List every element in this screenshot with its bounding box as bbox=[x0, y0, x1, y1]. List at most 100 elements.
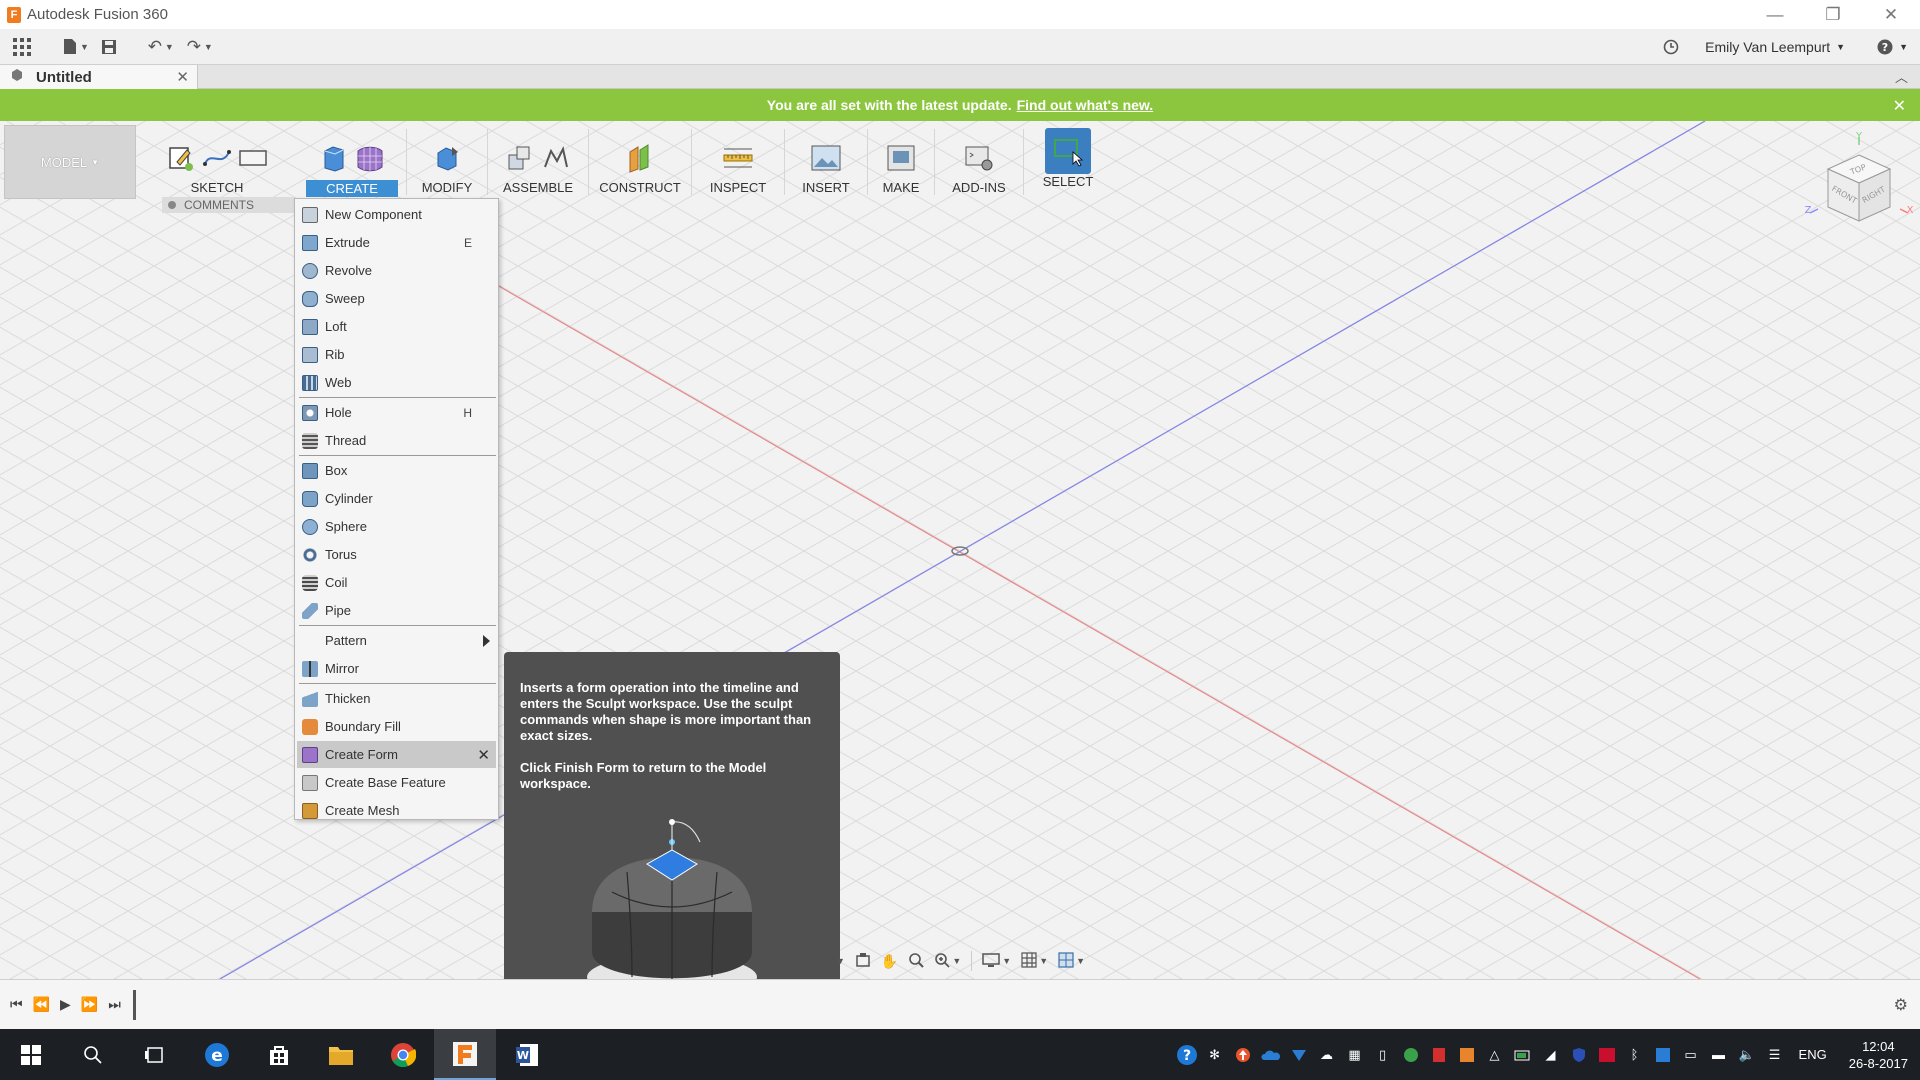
create-form-icon[interactable] bbox=[354, 142, 386, 174]
collapse-tabs-chevron-icon[interactable]: ︿ bbox=[1895, 67, 1908, 86]
restore-button[interactable]: ❐ bbox=[1804, 0, 1862, 29]
windows-start-icon[interactable] bbox=[0, 1029, 62, 1080]
task-view-icon[interactable] bbox=[124, 1029, 186, 1080]
menu-item-coil[interactable]: Coil bbox=[297, 569, 496, 596]
rectangle-icon[interactable] bbox=[237, 142, 269, 174]
fusion-360-taskbar-icon[interactable] bbox=[434, 1029, 496, 1080]
menu-item-create-base-feature[interactable]: Create Base Feature bbox=[297, 769, 496, 796]
undo-dropdown-caret-icon[interactable]: ▼ bbox=[165, 42, 174, 52]
close-window-button[interactable]: ✕ bbox=[1862, 0, 1920, 29]
viewports-icon[interactable] bbox=[1058, 951, 1074, 971]
display-settings-icon[interactable] bbox=[982, 952, 1001, 971]
toolbar-group-insert[interactable]: INSERT bbox=[785, 125, 867, 199]
tray-warning-icon[interactable]: △ bbox=[1483, 1045, 1507, 1065]
help-tray-icon[interactable]: ? bbox=[1175, 1044, 1199, 1065]
tray-display-icon[interactable]: ▭ bbox=[1679, 1045, 1703, 1065]
word-icon[interactable]: W bbox=[496, 1029, 558, 1080]
spline-icon[interactable] bbox=[201, 142, 233, 174]
grid-settings-icon[interactable] bbox=[1021, 951, 1037, 971]
menu-item-thicken[interactable]: Thicken bbox=[297, 685, 496, 712]
redo-dropdown-caret-icon[interactable]: ▼ bbox=[204, 42, 213, 52]
help-icon[interactable]: ? bbox=[1871, 33, 1899, 61]
3d-print-icon[interactable] bbox=[885, 142, 917, 174]
data-panel-grid-icon[interactable] bbox=[8, 33, 36, 61]
toolbar-group-select[interactable]: SELECT bbox=[1024, 125, 1112, 199]
toolbar-group-create[interactable]: CREATE bbox=[298, 125, 406, 199]
whats-new-link[interactable]: Find out what's new. bbox=[1017, 97, 1154, 113]
orbit-dropdown-caret-icon[interactable]: ▼ bbox=[836, 956, 845, 966]
menu-item-pipe[interactable]: Pipe bbox=[297, 597, 496, 624]
create-sketch-icon[interactable] bbox=[165, 142, 197, 174]
timeline-previous-icon[interactable]: ⏪ bbox=[33, 996, 50, 1013]
timeline-marker[interactable] bbox=[132, 989, 136, 1020]
press-pull-icon[interactable] bbox=[431, 142, 463, 174]
tray-sw-icon[interactable] bbox=[1595, 1045, 1619, 1065]
workspace-switcher[interactable]: MODEL ▼ bbox=[4, 125, 136, 199]
timeline-first-icon[interactable]: ⏮ bbox=[10, 996, 23, 1013]
banner-close-icon[interactable]: ✕ bbox=[1893, 96, 1906, 116]
language-indicator[interactable]: ENG bbox=[1799, 1047, 1827, 1062]
close-tab-icon[interactable]: ✕ bbox=[176, 68, 189, 86]
menu-item-mirror[interactable]: Mirror bbox=[297, 655, 496, 682]
toolbar-group-sketch[interactable]: SKETCH bbox=[136, 125, 298, 199]
look-at-icon[interactable] bbox=[855, 952, 871, 971]
menu-item-sphere[interactable]: Sphere bbox=[297, 513, 496, 540]
select-icon[interactable] bbox=[1045, 128, 1091, 174]
measure-icon[interactable] bbox=[722, 142, 754, 174]
menu-item-new-component[interactable]: New Component bbox=[297, 201, 496, 228]
system-clock[interactable]: 12:04 26-8-2017 bbox=[1849, 1038, 1908, 1072]
pin-toggle-x-icon[interactable]: ✕ bbox=[477, 746, 490, 764]
tray-green-icon[interactable] bbox=[1399, 1045, 1423, 1065]
zoom-icon[interactable] bbox=[934, 952, 950, 971]
timeline-play-icon[interactable]: ▶ bbox=[60, 996, 71, 1013]
usb-icon[interactable]: ▯ bbox=[1371, 1045, 1395, 1065]
view-cube[interactable]: TOP FRONT RIGHT Y Z X bbox=[1804, 131, 1914, 241]
timeline-last-icon[interactable]: ⏭ bbox=[108, 996, 121, 1013]
document-tab[interactable]: Untitled ✕ bbox=[0, 65, 198, 89]
toolbar-group-construct[interactable]: CONSTRUCT bbox=[589, 125, 691, 199]
help-dropdown-caret-icon[interactable]: ▼ bbox=[1899, 42, 1908, 52]
extrude-icon[interactable] bbox=[318, 142, 350, 174]
volume-icon[interactable]: 🔈 bbox=[1735, 1045, 1759, 1065]
timeline-next-icon[interactable]: ⏩ bbox=[81, 996, 98, 1013]
offset-plane-icon[interactable] bbox=[624, 142, 656, 174]
onedrive-icon[interactable] bbox=[1259, 1045, 1283, 1065]
tray-battery-icon[interactable] bbox=[1511, 1045, 1535, 1065]
store-icon[interactable] bbox=[248, 1029, 310, 1080]
menu-item-web[interactable]: Web bbox=[297, 369, 496, 396]
search-icon[interactable] bbox=[62, 1029, 124, 1080]
tray-update-icon[interactable] bbox=[1231, 1045, 1255, 1065]
menu-item-torus[interactable]: Torus bbox=[297, 541, 496, 568]
chrome-icon[interactable] bbox=[372, 1029, 434, 1080]
viewports-dropdown-caret-icon[interactable]: ▼ bbox=[1076, 956, 1085, 966]
tray-app-icon[interactable]: ▦ bbox=[1343, 1045, 1367, 1065]
menu-item-cylinder[interactable]: Cylinder bbox=[297, 485, 496, 512]
menu-item-thread[interactable]: Thread bbox=[297, 427, 496, 454]
minimize-button[interactable]: — bbox=[1746, 0, 1804, 29]
wifi-icon[interactable]: ◢ bbox=[1539, 1045, 1563, 1065]
job-status-clock-icon[interactable] bbox=[1657, 33, 1685, 61]
new-component-icon[interactable] bbox=[504, 142, 536, 174]
tray-cloud-sync-icon[interactable]: ☁ bbox=[1315, 1045, 1339, 1065]
tray-settings-icon[interactable]: ✻ bbox=[1203, 1045, 1227, 1065]
menu-item-boundary-fill[interactable]: Boundary Fill bbox=[297, 713, 496, 740]
file-dropdown-caret-icon[interactable]: ▼ bbox=[80, 42, 89, 52]
menu-item-create-mesh[interactable]: Create Mesh bbox=[297, 797, 496, 824]
menu-item-loft[interactable]: Loft bbox=[297, 313, 496, 340]
display-dropdown-caret-icon[interactable]: ▼ bbox=[1002, 956, 1011, 966]
menu-item-box[interactable]: Box bbox=[297, 457, 496, 484]
toolbar-group-make[interactable]: MAKE bbox=[868, 125, 934, 199]
menu-item-sweep[interactable]: Sweep bbox=[297, 285, 496, 312]
joint-icon[interactable] bbox=[540, 142, 572, 174]
browser-comments[interactable]: COMMENTS bbox=[162, 197, 296, 213]
menu-item-extrude[interactable]: Extrude E bbox=[297, 229, 496, 256]
canvas-icon[interactable] bbox=[810, 142, 842, 174]
action-center-icon[interactable]: ☰ bbox=[1763, 1045, 1787, 1065]
zoom-dropdown-caret-icon[interactable]: ▼ bbox=[952, 956, 961, 966]
bluetooth-icon[interactable]: ᛒ bbox=[1623, 1045, 1647, 1065]
3d-viewport[interactable] bbox=[0, 121, 1920, 979]
toolbar-group-assemble[interactable]: ASSEMBLE bbox=[488, 125, 588, 199]
power-icon[interactable]: ▬ bbox=[1707, 1045, 1731, 1065]
menu-item-hole[interactable]: Hole H bbox=[297, 399, 496, 426]
scripts-addins-icon[interactable] bbox=[963, 142, 995, 174]
